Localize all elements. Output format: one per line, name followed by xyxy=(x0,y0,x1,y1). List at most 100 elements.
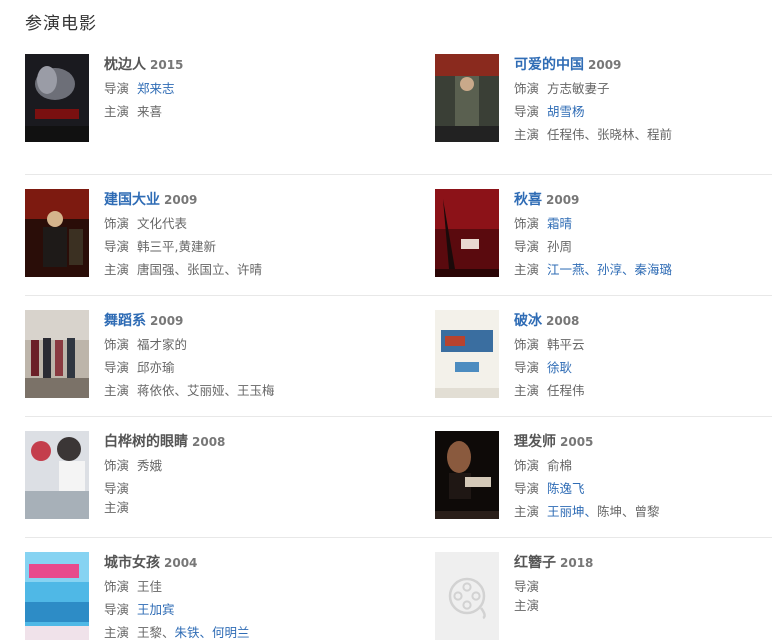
movie-poster[interactable] xyxy=(25,310,89,398)
movie-title[interactable]: 理发师 xyxy=(514,434,556,450)
role-value: 韩平云 xyxy=(547,337,585,352)
director-value: 孙周 xyxy=(547,239,573,254)
director-value: 邱亦瑜 xyxy=(137,360,175,375)
movie-poster-placeholder[interactable] xyxy=(435,552,499,640)
movie-poster[interactable] xyxy=(25,552,89,640)
director-link[interactable]: 徐耿 xyxy=(547,360,572,375)
director-link[interactable]: 胡雪杨 xyxy=(547,104,585,119)
director-link[interactable]: 郑来志 xyxy=(137,81,175,96)
director-label: 导演 xyxy=(104,481,130,496)
cast-link[interactable]: 江一燕、 xyxy=(547,262,597,277)
movie-card: 白桦树的眼睛 2008 饰演 秀娥 导演 主演 xyxy=(25,431,435,537)
movie-row: 舞蹈系 2009 饰演 福才家的 导演 邱亦瑜 主演 蒋依依、艾丽娅、王玉梅 破冰 200… xyxy=(25,296,772,417)
movie-year: 2009 xyxy=(164,193,198,207)
director-label: 导演 xyxy=(514,104,540,119)
role-label: 饰演 xyxy=(104,337,130,352)
role-value: 俞棉 xyxy=(547,458,573,473)
role-label: 饰演 xyxy=(514,81,540,96)
movie-title[interactable]: 城市女孩 xyxy=(104,555,160,571)
movie-title[interactable]: 秋喜 xyxy=(514,192,542,208)
role-label: 饰演 xyxy=(514,337,540,352)
cast-label: 主演 xyxy=(104,500,130,515)
movie-poster[interactable] xyxy=(435,54,499,142)
cast-label: 主演 xyxy=(514,383,540,398)
movie-title[interactable]: 舞蹈系 xyxy=(104,313,146,329)
movie-card: 城市女孩 2004 饰演 王佳 导演 王加宾 主演 王黎、朱铁、何明兰 xyxy=(25,552,435,643)
cast-label: 主演 xyxy=(104,625,130,640)
movie-poster[interactable] xyxy=(435,189,499,277)
director-label: 导演 xyxy=(104,239,130,254)
cast-value: 任程伟、张晓林、程前 xyxy=(547,127,673,142)
movie-poster[interactable] xyxy=(435,431,499,519)
role-value: 王佳 xyxy=(137,579,163,594)
movie-title[interactable]: 白桦树的眼睛 xyxy=(104,434,188,450)
cast-link[interactable]: 朱铁、 xyxy=(175,625,213,640)
cast-label: 主演 xyxy=(514,504,540,519)
director-label: 导演 xyxy=(104,81,130,96)
movie-year: 2009 xyxy=(588,58,622,72)
movie-title[interactable]: 可爱的中国 xyxy=(514,57,584,73)
cast-link[interactable]: 何明兰 xyxy=(212,625,250,640)
movie-year: 2008 xyxy=(546,314,580,328)
movie-year: 2015 xyxy=(150,58,184,72)
cast-link[interactable]: 孙淳、 xyxy=(597,262,635,277)
movie-card: 枕边人 2015 导演 郑来志 主演 来喜 xyxy=(25,54,435,174)
movie-title[interactable]: 枕边人 xyxy=(104,57,146,73)
movie-card: 秋喜 2009 饰演 霜晴 导演 孙周 主演 江一燕、孙淳、秦海璐 xyxy=(435,189,772,295)
cast-link[interactable]: 秦海璐 xyxy=(635,262,673,277)
cast-label: 主演 xyxy=(104,104,130,119)
movie-card: 舞蹈系 2009 饰演 福才家的 导演 邱亦瑜 主演 蒋依依、艾丽娅、王玉梅 xyxy=(25,310,435,416)
role-label: 饰演 xyxy=(104,216,130,231)
movie-row: 城市女孩 2004 饰演王佳 导演王加宾 主演王黎、朱铁、何明兰 红簪子 xyxy=(25,538,772,643)
movie-poster[interactable] xyxy=(435,310,499,398)
cast-value: 陈坤、曾黎 xyxy=(597,504,660,519)
director-label: 导演 xyxy=(104,602,130,617)
film-reel-icon xyxy=(435,552,499,640)
cast-label: 主演 xyxy=(514,262,540,277)
movie-row: 枕边人 2015 导演 郑来志 主演 来喜 可爱的中国 2009 饰演 方志敏妻子 导演胡… xyxy=(25,54,772,175)
movie-grid: 枕边人 2015 导演 郑来志 主演 来喜 可爱的中国 2009 饰演 方志敏妻子 导演胡… xyxy=(25,54,772,643)
cast-label: 主演 xyxy=(104,262,130,277)
movie-year: 2005 xyxy=(560,435,594,449)
director-label: 导演 xyxy=(514,360,540,375)
cast-value: 蒋依依、艾丽娅、王玉梅 xyxy=(137,383,275,398)
cast-value: 任程伟 xyxy=(547,383,585,398)
movie-year: 2008 xyxy=(192,435,226,449)
movie-year: 2004 xyxy=(164,556,198,570)
movie-year: 2009 xyxy=(150,314,184,328)
director-label: 导演 xyxy=(104,360,130,375)
movie-title[interactable]: 破冰 xyxy=(514,313,542,329)
cast-link[interactable]: 王丽坤、 xyxy=(547,504,597,519)
cast-label: 主演 xyxy=(104,383,130,398)
movie-card: 破冰 2008 饰演 韩平云 导演 徐耿 主演 任程伟 xyxy=(435,310,772,416)
movie-poster[interactable] xyxy=(25,189,89,277)
movie-row: 建国大业 2009 饰演 文化代表 导演 韩三平,黄建新 主演 唐国强、张国立、许晴 秋… xyxy=(25,175,772,296)
role-link[interactable]: 霜晴 xyxy=(547,216,572,231)
role-value: 秀娥 xyxy=(137,458,163,473)
movie-card: 可爱的中国 2009 饰演 方志敏妻子 导演 胡雪杨 主演 任程伟、张晓林、程前 xyxy=(435,54,772,174)
movie-poster[interactable] xyxy=(25,54,89,142)
director-link[interactable]: 陈逸飞 xyxy=(547,481,585,496)
movie-row: 白桦树的眼睛 2008 饰演 秀娥 导演 主演 理发师 2005 饰演 俞棉 导演 陈逸飞… xyxy=(25,417,772,538)
movie-year: 2018 xyxy=(560,556,594,570)
role-label: 饰演 xyxy=(514,458,540,473)
role-label: 饰演 xyxy=(104,579,130,594)
section-title: 参演电影 xyxy=(25,14,97,34)
movie-year: 2009 xyxy=(546,193,580,207)
role-value: 福才家的 xyxy=(137,337,188,352)
role-value: 文化代表 xyxy=(137,216,188,231)
role-value: 方志敏妻子 xyxy=(547,81,610,96)
cast-label: 主演 xyxy=(514,127,540,142)
movie-card: 理发师 2005 饰演 俞棉 导演 陈逸飞 主演 王丽坤、陈坤、曾黎 xyxy=(435,431,772,537)
cast-value: 来喜 xyxy=(137,104,163,119)
movie-title[interactable]: 建国大业 xyxy=(104,192,160,208)
movie-title[interactable]: 红簪子 xyxy=(514,555,556,571)
director-label: 导演 xyxy=(514,481,540,496)
director-value: 韩三平,黄建新 xyxy=(137,239,216,254)
role-label: 饰演 xyxy=(514,216,540,231)
cast-label: 主演 xyxy=(514,598,540,613)
cast-value: 王黎、 xyxy=(137,625,175,640)
director-link[interactable]: 王加宾 xyxy=(137,602,175,617)
movie-poster[interactable] xyxy=(25,431,89,519)
cast-value: 唐国强、张国立、许晴 xyxy=(137,262,263,277)
